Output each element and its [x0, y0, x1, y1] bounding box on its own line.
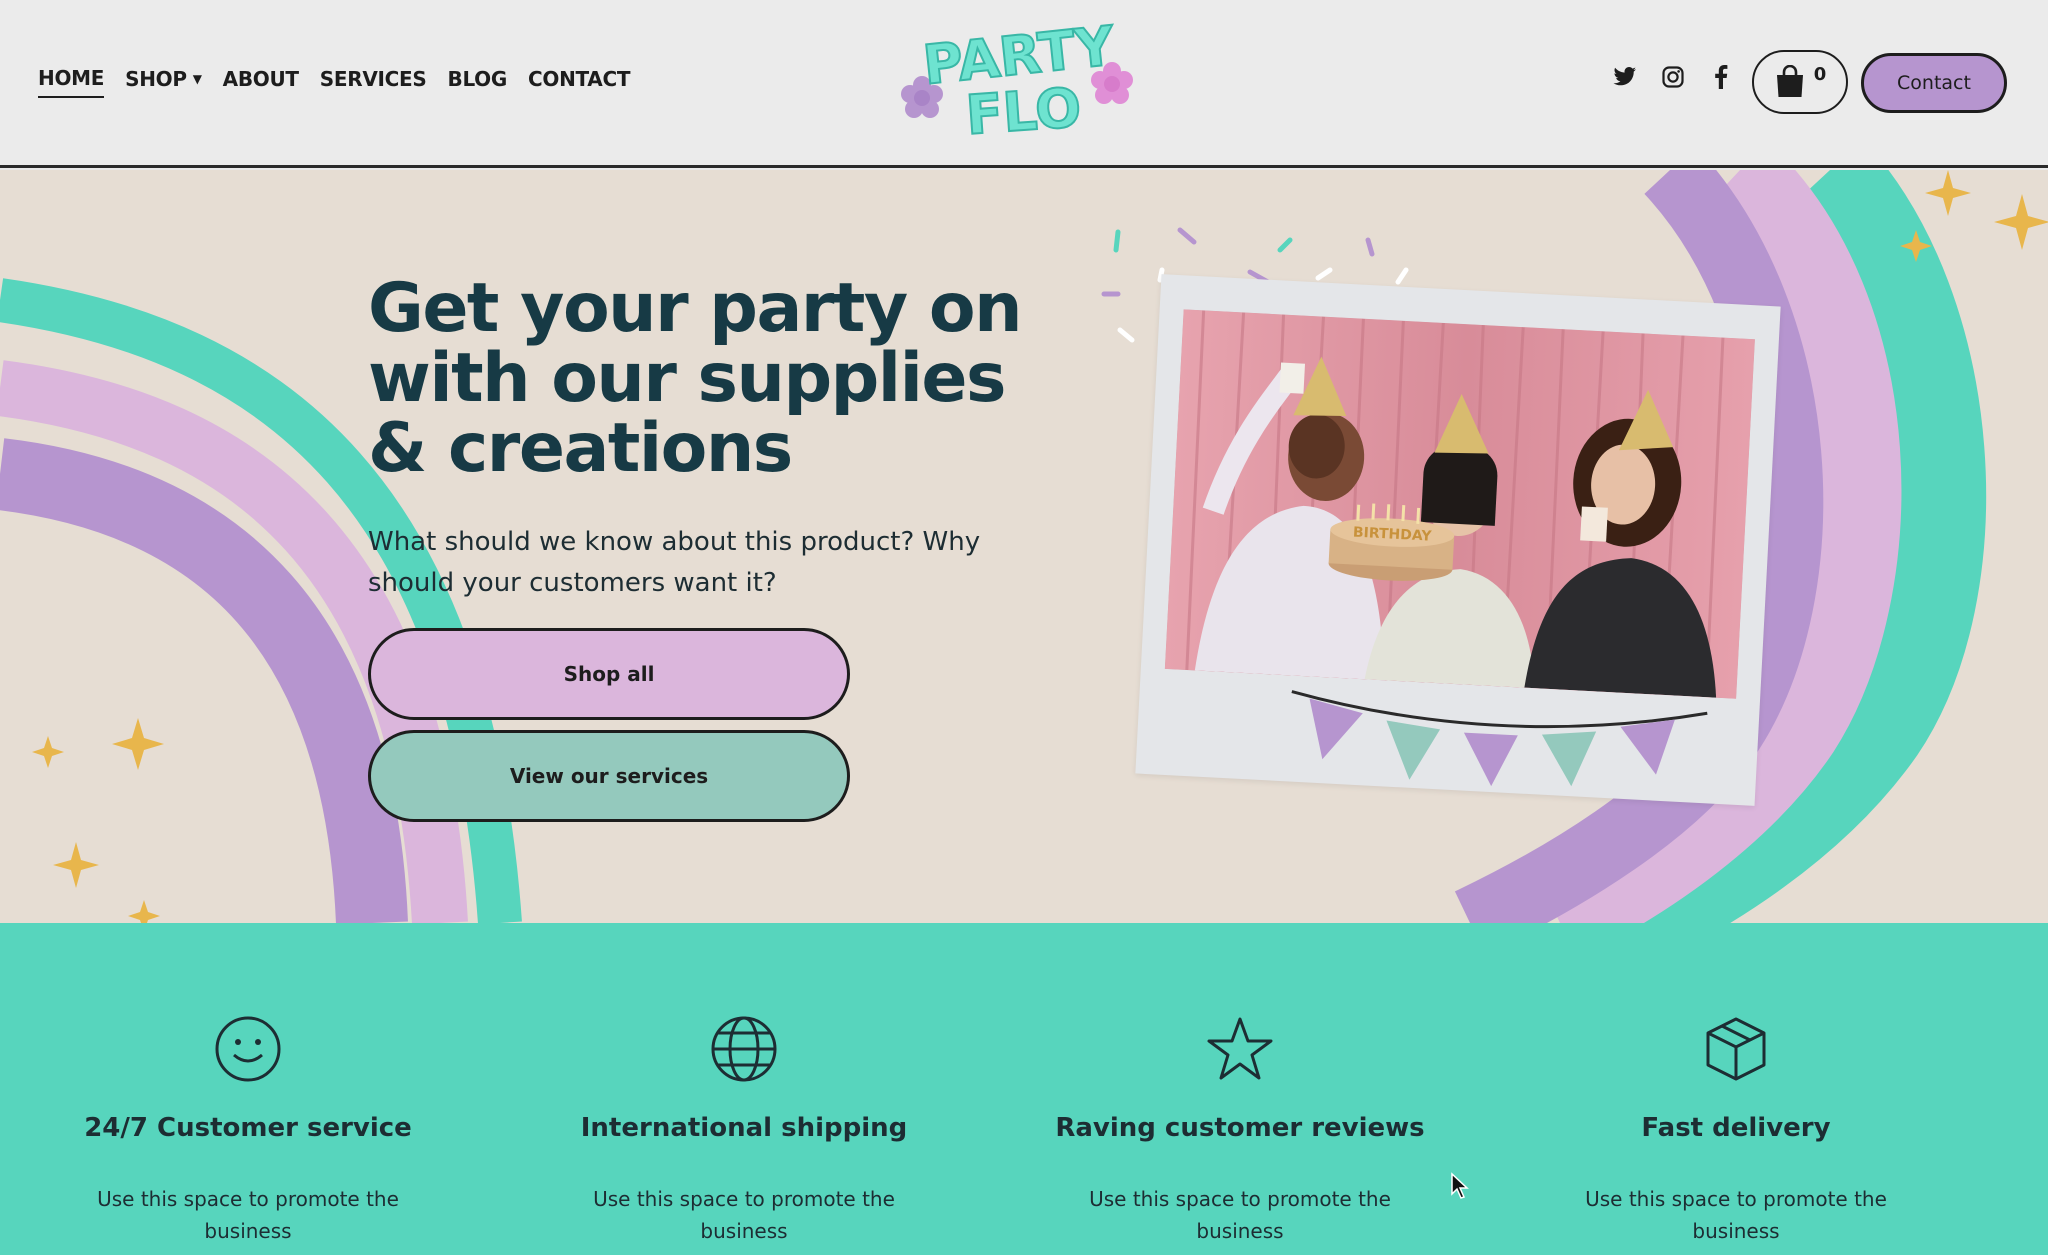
globe-icon [711, 1016, 777, 1082]
view-services-button[interactable]: View our services [368, 730, 850, 822]
feature-title: 24/7 Customer service [84, 1113, 412, 1143]
instagram-icon[interactable] [1660, 64, 1686, 90]
feature-description: Use this space to promote the business [593, 1187, 895, 1243]
nav-services-label: SERVICES [319, 67, 427, 91]
hero-section: Get your party on with our supplies & cr… [0, 170, 2048, 923]
shop-all-button[interactable]: Shop all [368, 628, 850, 720]
nav-home-label: HOME [38, 66, 105, 90]
nav-about-label: ABOUT [222, 67, 299, 91]
social-links [1612, 64, 1734, 90]
chevron-down-icon: ▼ [192, 72, 202, 86]
twitter-icon[interactable] [1612, 64, 1638, 90]
box-icon [1706, 1017, 1766, 1081]
hero-subtitle: What should we know about this product? … [368, 527, 981, 598]
party-flo-logo[interactable]: PARTY FLO [890, 18, 1150, 146]
feature-description: Use this space to promote the business [1585, 1187, 1887, 1243]
nav-shop[interactable]: SHOP ▼ [125, 67, 202, 97]
hero-title: Get your party on with our supplies & cr… [368, 269, 1023, 488]
nav-blog-label: BLOG [447, 67, 508, 91]
contact-button[interactable]: Contact [1861, 53, 2007, 113]
site-header: HOME SHOP ▼ ABOUT SERVICES BLOG CONTACT P… [0, 0, 2048, 168]
logo-line2: FLO [964, 76, 1083, 146]
nav-home[interactable]: HOME [38, 66, 104, 98]
feature-description: Use this space to promote the business [97, 1187, 399, 1243]
party-photo: BIRTHDAY [1164, 309, 1755, 699]
feature-description: Use this space to promote the business [1089, 1187, 1391, 1243]
nav-contact-label: CONTACT [528, 67, 631, 91]
nav-about[interactable]: ABOUT [223, 67, 299, 97]
features-section: 24/7 Customer service Use this space to … [0, 923, 2048, 1255]
star-icon [1207, 1017, 1273, 1080]
cart-button[interactable]: 0 [1752, 50, 1848, 114]
facebook-icon[interactable] [1708, 64, 1734, 90]
bunting-decoration [1291, 690, 1708, 787]
nav-services[interactable]: SERVICES [320, 67, 427, 97]
shopping-bag-icon [1776, 65, 1803, 97]
feature-title: Raving customer reviews [1055, 1113, 1425, 1143]
main-nav: HOME SHOP ▼ ABOUT SERVICES BLOG CONTACT [38, 66, 631, 98]
nav-shop-label: SHOP [125, 67, 187, 91]
cart-count: 0 [1813, 63, 1827, 85]
nav-contact[interactable]: CONTACT [528, 67, 631, 97]
mouse-cursor-icon [1451, 1172, 1469, 1199]
nav-blog[interactable]: BLOG [448, 67, 508, 97]
polaroid-frame: BIRTHDAY [1135, 274, 1781, 806]
feature-title: International shipping [580, 1113, 908, 1143]
feature-title: Fast delivery [1641, 1113, 1831, 1143]
smiley-icon [215, 1016, 281, 1082]
